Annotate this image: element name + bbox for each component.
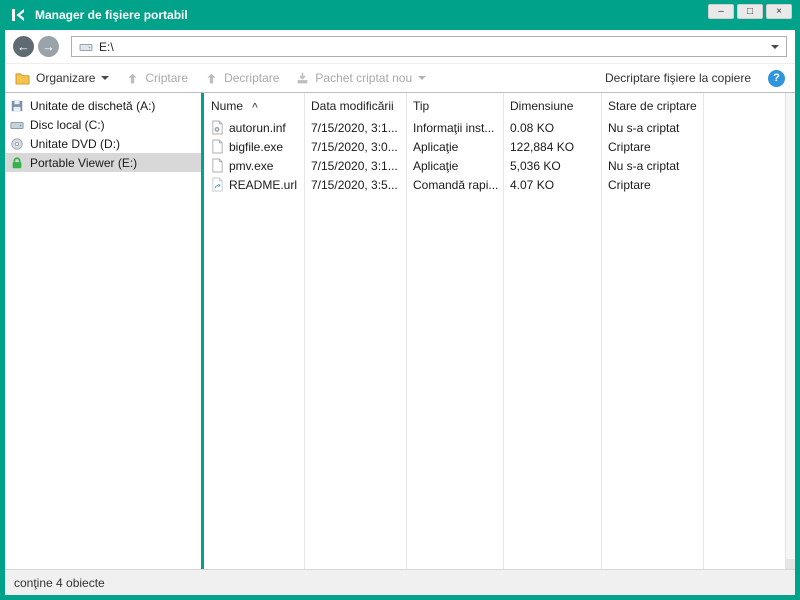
file-type: Comandă rapi... <box>413 177 499 192</box>
file-encryption-status: Nu s-a criptat <box>608 120 680 135</box>
decrypt-button[interactable]: Decriptare <box>205 71 279 85</box>
back-button[interactable]: ← <box>13 36 34 57</box>
sidebar-item-drive-d[interactable]: Unitate DVD (D:) <box>5 134 201 153</box>
file-name: README.url <box>229 177 298 192</box>
setup-information-file-icon <box>211 120 224 135</box>
dvd-drive-icon <box>10 137 24 151</box>
file-type: Aplicaţie <box>413 139 459 154</box>
status-bar: conţine 4 obiecte <box>5 569 795 595</box>
file-date: 7/15/2020, 3:0... <box>311 139 398 154</box>
decrypt-on-copy-label: Decriptare fişiere la copiere <box>604 71 751 85</box>
navigation-bar: ← → E:\ <box>5 30 795 63</box>
application-file-icon <box>211 139 224 154</box>
drive-tree: Unitate de dischetă (A:) Disc local (C:) <box>5 93 201 569</box>
app-window: Manager de fişiere portabil – □ × ← → E:… <box>0 0 800 600</box>
folder-icon <box>15 72 30 85</box>
file-encryption-status: Criptare <box>608 139 651 154</box>
chevron-down-icon <box>101 76 110 80</box>
encrypt-button[interactable]: Criptare <box>126 71 188 85</box>
file-row[interactable]: bigfile.exe 7/15/2020, 3:0... Aplicaţie … <box>204 137 785 156</box>
content-area: Unitate de dischetă (A:) Disc local (C:) <box>5 93 795 569</box>
file-name: bigfile.exe <box>229 139 284 154</box>
package-download-icon <box>296 72 309 85</box>
window-controls: – □ × <box>708 4 792 19</box>
file-row[interactable]: pmv.exe 7/15/2020, 3:1... Aplicaţie 5,03… <box>204 156 785 175</box>
encrypt-label: Criptare <box>145 71 189 85</box>
maximize-button[interactable]: □ <box>737 4 763 19</box>
sidebar-item-drive-a[interactable]: Unitate de dischetă (A:) <box>5 96 201 115</box>
file-list-header: Nume ^ Data modificării Tip Dimensiune St… <box>204 93 785 118</box>
application-file-icon <box>211 158 224 173</box>
file-list: Nume ^ Data modificării Tip Dimensiune St… <box>204 93 785 569</box>
file-encryption-status: Criptare <box>608 177 651 192</box>
column-header-nume[interactable]: Nume ^ <box>204 99 304 113</box>
floppy-disk-icon <box>10 99 24 113</box>
organize-label: Organizare <box>36 71 96 85</box>
sidebar-item-label: Portable Viewer (E:) <box>30 155 138 170</box>
decrypt-label: Decriptare <box>224 71 280 85</box>
toolbar: Organizare Criptare Decriptare Pachet cr… <box>5 63 795 93</box>
kaspersky-logo-icon <box>10 7 26 23</box>
status-text: conţine 4 obiecte <box>14 575 105 590</box>
new-encrypted-package-button[interactable]: Pachet criptat nou <box>296 71 427 85</box>
column-header-dimensiune[interactable]: Dimensiune <box>503 99 601 113</box>
address-bar[interactable]: E:\ <box>71 36 787 57</box>
sidebar-item-label: Disc local (C:) <box>30 117 105 132</box>
encrypted-drive-lock-icon <box>10 156 24 170</box>
file-type: Aplicaţie <box>413 158 459 173</box>
decrypt-arrow-icon <box>205 72 218 85</box>
forward-button[interactable]: → <box>38 36 59 57</box>
address-text: E:\ <box>99 39 114 54</box>
file-row[interactable]: autorun.inf 7/15/2020, 3:1... Informaţii… <box>204 118 785 137</box>
window-title: Manager de fişiere portabil <box>35 8 188 22</box>
organize-button[interactable]: Organizare <box>15 71 110 85</box>
file-size: 122,884 KO <box>510 139 575 154</box>
file-name: autorun.inf <box>229 120 286 135</box>
file-size: 0.08 KO <box>510 120 555 135</box>
chevron-down-icon[interactable] <box>771 44 779 49</box>
column-header-data-modificarii[interactable]: Data modificării <box>304 99 406 113</box>
drive-icon <box>79 41 93 53</box>
hard-drive-icon <box>10 118 24 132</box>
shortcut-file-icon <box>211 177 224 192</box>
file-name: pmv.exe <box>229 158 274 173</box>
encrypt-arrow-icon <box>126 72 139 85</box>
decrypt-on-copy-button[interactable]: Decriptare fişiere la copiere <box>605 71 751 85</box>
file-date: 7/15/2020, 3:1... <box>311 158 398 173</box>
file-date: 7/15/2020, 3:5... <box>311 177 398 192</box>
help-button[interactable]: ? <box>768 69 785 87</box>
titlebar: Manager de fişiere portabil – □ × <box>0 0 800 30</box>
file-date: 7/15/2020, 3:1... <box>311 120 398 135</box>
column-header-stare-de-criptare[interactable]: Stare de criptare <box>601 99 703 113</box>
close-button[interactable]: × <box>766 4 792 19</box>
sort-ascending-icon: ^ <box>252 101 258 113</box>
file-row[interactable]: README.url 7/15/2020, 3:5... Comandă rap… <box>204 175 785 194</box>
new-encrypted-package-label: Pachet criptat nou <box>315 71 413 85</box>
file-type: Informaţii inst... <box>413 120 495 135</box>
sidebar-item-label: Unitate DVD (D:) <box>30 136 121 151</box>
file-encryption-status: Nu s-a criptat <box>608 158 680 173</box>
minimize-button[interactable]: – <box>708 4 734 19</box>
sidebar-item-drive-e[interactable]: Portable Viewer (E:) <box>5 153 201 172</box>
sidebar-item-label: Unitate de dischetă (A:) <box>30 98 156 113</box>
scrollbar-corner <box>786 559 795 569</box>
file-size: 5,036 KO <box>510 158 561 173</box>
chevron-down-icon <box>418 76 427 80</box>
column-header-tip[interactable]: Tip <box>406 99 503 113</box>
window-client-area: ← → E:\ Organizare Criptare Decriptare P… <box>5 30 795 595</box>
sidebar-item-drive-c[interactable]: Disc local (C:) <box>5 115 201 134</box>
file-size: 4.07 KO <box>510 177 555 192</box>
vertical-scrollbar[interactable] <box>785 93 795 569</box>
